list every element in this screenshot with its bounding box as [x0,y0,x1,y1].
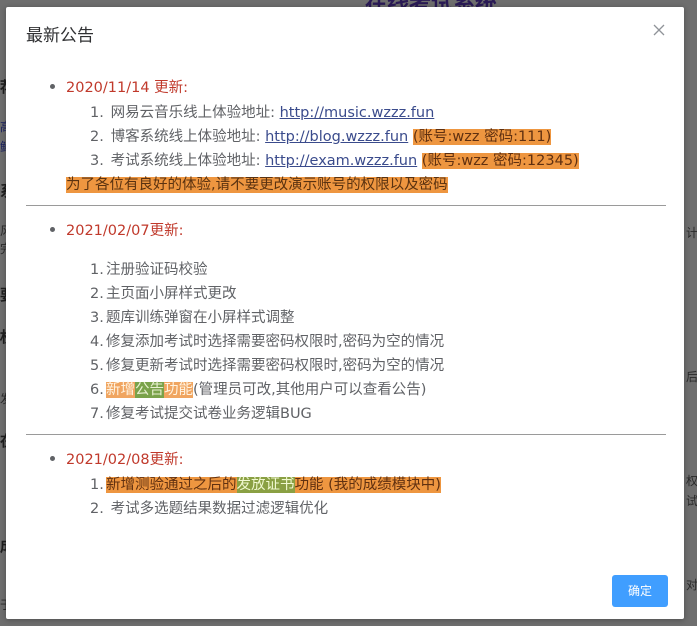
bg-fragment: 计 [686,226,697,240]
announcement-content: 2020/11/14 更新: 1. 网易云音乐线上体验地址: http://mu… [26,73,666,521]
account-note: (账号:wzz 密码:111) [412,129,552,145]
list-item: 1. 注册验证码校验 [90,262,208,278]
bg-fragment: 试 [686,494,697,508]
list-item: 1. 新增测验通过之后的发放证书功能 (我的成绩模块中) [90,477,441,493]
list-item: 2. 主页面小屏样式更改 [90,286,237,302]
list-item: 1. 网易云音乐线上体验地址: http://music.wzzz.fun [90,105,435,121]
divider [26,434,666,435]
list-item: 5. 修复更新考试时选择需要密码权限时,密码为空的情况 [90,358,445,374]
update-date: 2021/02/08更新: [66,452,184,468]
list-item: 4. 修复添加考试时选择需要密码权限时,密码为空的情况 [90,334,445,350]
warning-note: 为了各位有良好的体验,请不要更改演示账号的权限以及密码 [66,177,448,193]
list-item: 7. 修复考试提交试卷业务逻辑BUG [90,406,312,422]
music-link[interactable]: http://music.wzzz.fun [280,105,435,121]
dialog-title: 最新公告 [26,26,94,46]
update-section: 2021/02/07更新: 1. 注册验证码校验 2. 主页面小屏样式更改 3. 题库… [26,216,666,426]
account-note: (账号:wzz 密码:12345) [421,153,579,169]
bullet-icon [50,456,55,461]
bg-fragment: 权 [686,474,697,488]
divider [26,205,666,206]
list-item: 2. 考试多选题结果数据过滤逻辑优化 [90,501,329,517]
update-date: 2021/02/07更新: [66,223,184,239]
update-section: 2021/02/08更新: 1. 新增测验通过之后的发放证书功能 (我的成绩模块中… [26,445,666,521]
update-section: 2020/11/14 更新: 1. 网易云音乐线上体验地址: http://mu… [26,73,666,197]
bullet-icon [50,227,55,232]
close-icon[interactable] [650,21,668,39]
blog-link[interactable]: http://blog.wzzz.fun [265,129,408,145]
exam-link[interactable]: http://exam.wzzz.fun [265,153,417,169]
announcement-dialog: 最新公告 2020/11/14 更新: 1. 网易云音乐线上体验地址: http… [6,7,684,619]
confirm-button[interactable]: 确定 [612,575,668,607]
bg-fragment: 对 [686,578,697,592]
bg-fragment: 后 [686,370,697,384]
update-date: 2020/11/14 更新: [66,80,189,96]
list-item: 3. 题库训练弹窗在小屏样式调整 [90,310,295,326]
list-item: 6. 新增公告功能(管理员可改,其他用户可以查看公告) [90,382,427,398]
list-item: 3. 考试系统线上体验地址: http://exam.wzzz.fun (账号:… [90,153,579,169]
bullet-icon [50,84,55,89]
list-item: 2. 博客系统线上体验地址: http://blog.wzzz.fun (账号:… [90,129,552,145]
